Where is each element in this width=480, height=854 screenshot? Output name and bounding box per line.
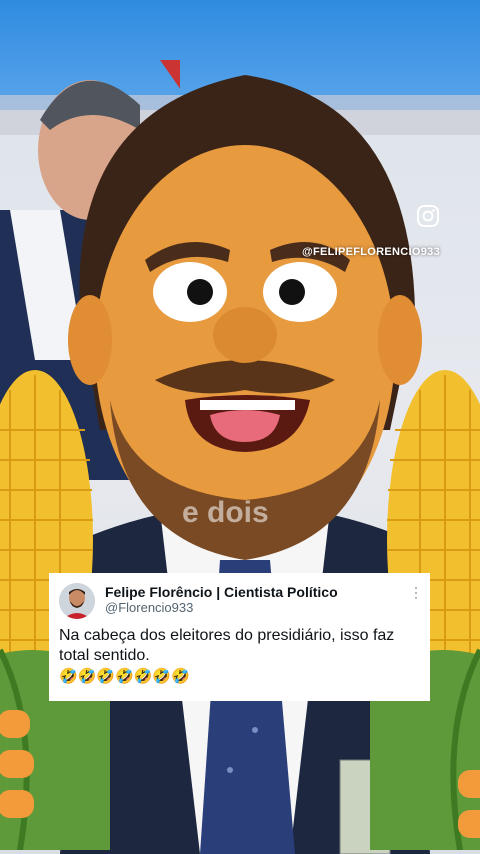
more-options-icon[interactable] xyxy=(414,587,418,601)
post-card[interactable]: Felipe Florêncio | Cientista Político @F… xyxy=(49,573,430,701)
instagram-handle[interactable]: @FELIPEFLORENCIO933 xyxy=(302,246,440,258)
post-text: Na cabeça dos eleitores do presidiário, … xyxy=(59,627,395,664)
video-frame: e dois @FELIPEFLORENCIO933 Felipe Florên… xyxy=(0,0,480,854)
post-emojis: 🤣🤣🤣🤣🤣🤣🤣 xyxy=(59,668,190,685)
video-watermark: e dois xyxy=(182,496,269,529)
avatar[interactable] xyxy=(59,583,95,619)
instagram-icon[interactable] xyxy=(416,204,440,228)
post-author-name[interactable]: Felipe Florêncio | Cientista Político xyxy=(105,584,338,600)
post-author-handle[interactable]: @Florencio933 xyxy=(105,600,193,615)
